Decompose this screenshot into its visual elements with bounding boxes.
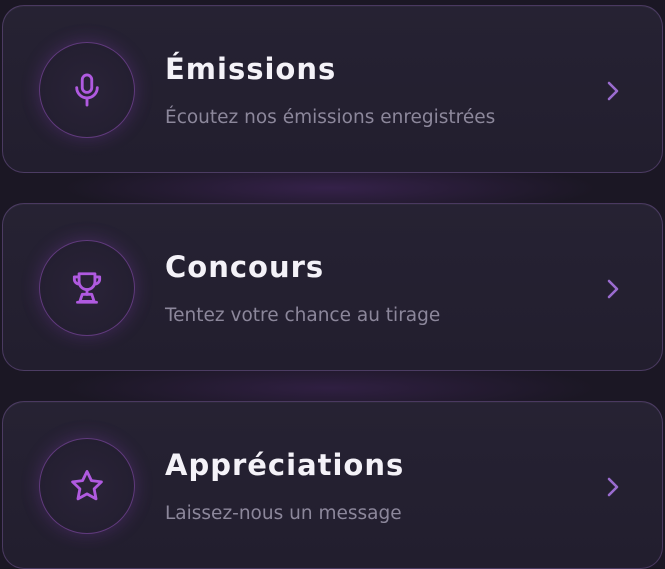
- card-title: Concours: [165, 250, 325, 284]
- card-subtitle: Écoutez nos émissions enregistrées: [165, 107, 496, 128]
- card-title: Émissions: [165, 52, 337, 86]
- menu-page: Émissions Écoutez nos émissions enregist…: [0, 0, 665, 569]
- card-subtitle: Laissez-nous un message: [165, 503, 402, 524]
- menu-card-emissions[interactable]: Émissions Écoutez nos émissions enregist…: [2, 5, 663, 173]
- chevron-right-icon: [607, 279, 619, 299]
- icon-badge: [39, 438, 135, 534]
- card-title: Appréciations: [165, 448, 405, 482]
- card-subtitle: Tentez votre chance au tirage: [165, 305, 441, 326]
- microphone-icon: [75, 73, 99, 107]
- menu-card-appreciations[interactable]: Appréciations Laissez-nous un message: [2, 401, 663, 569]
- chevron-right-icon: [607, 477, 619, 497]
- icon-badge: [39, 42, 135, 138]
- menu-card-concours[interactable]: Concours Tentez votre chance au tirage: [2, 203, 663, 371]
- star-icon: [71, 470, 103, 501]
- chevron-right-icon: [607, 81, 619, 101]
- trophy-icon: [72, 272, 102, 304]
- icon-badge: [39, 240, 135, 336]
